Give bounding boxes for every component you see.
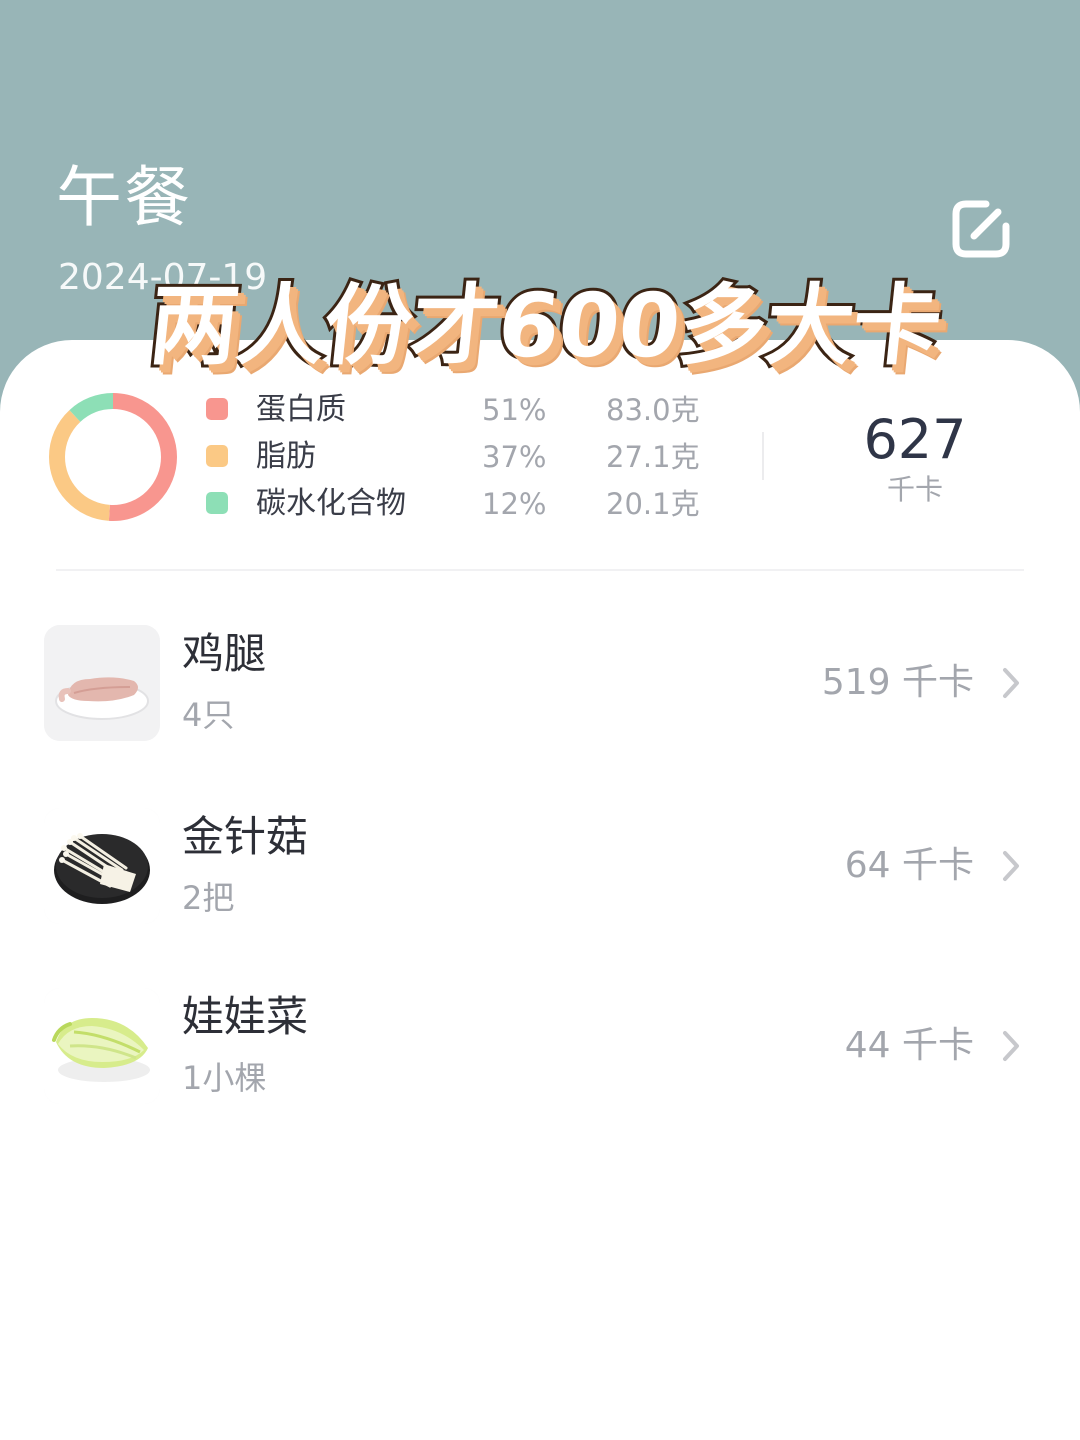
macro-amount: 20.1克 (606, 487, 700, 521)
food-calories: 44 千卡 (844, 1025, 974, 1066)
enoki-mushroom-photo (44, 808, 160, 924)
food-calories: 519 千卡 (821, 662, 974, 703)
chevron-right-icon (1003, 851, 1019, 881)
macro-row-fat: 脂肪 37% 27.1克 (206, 435, 726, 483)
food-quantity: 2把 (182, 879, 235, 917)
food-item-baby-cabbage[interactable]: 娃娃菜 1小棵 44 千卡 (0, 988, 1080, 1128)
macro-name: 碳水化合物 (256, 486, 406, 521)
food-quantity: 4只 (182, 696, 235, 734)
macro-amount: 27.1克 (606, 440, 700, 474)
macro-percent: 51% (482, 393, 547, 427)
macro-percent: 37% (482, 440, 547, 474)
chevron-right-icon (1003, 1031, 1019, 1061)
macro-row-protein: 蛋白质 51% 83.0克 (206, 388, 726, 436)
macro-percent: 12% (482, 487, 547, 521)
total-calories-unit: 千卡 (886, 473, 943, 506)
total-calories: 627 (863, 408, 967, 471)
baby-cabbage-photo (44, 988, 160, 1104)
chevron-right-icon (1003, 668, 1019, 698)
divider (762, 432, 764, 480)
food-item-enoki[interactable]: 金针菇 2把 64 千卡 (0, 808, 1080, 948)
food-calories: 64 千卡 (844, 845, 974, 886)
food-name: 娃娃菜 (182, 992, 309, 1041)
food-name: 金针菇 (182, 812, 309, 861)
carbs-color-dot (206, 492, 228, 514)
section-divider (56, 569, 1024, 571)
food-quantity: 1小棵 (182, 1059, 267, 1097)
protein-color-dot (206, 398, 228, 420)
edit-icon (952, 200, 1010, 258)
food-name: 鸡腿 (182, 629, 267, 678)
macro-amount: 83.0克 (606, 393, 700, 427)
macro-row-carbs: 碳水化合物 12% 20.1克 (206, 482, 726, 530)
caption-overlay: 两人份才600多大卡 (142, 271, 949, 380)
edit-button[interactable] (948, 196, 1014, 262)
fat-color-dot (206, 445, 228, 467)
meal-title: 午餐 (56, 159, 192, 236)
macro-name: 蛋白质 (256, 392, 346, 427)
chicken-leg-photo (44, 625, 160, 741)
food-item-chicken-leg[interactable]: 鸡腿 4只 519 千卡 (0, 625, 1080, 765)
macro-name: 脂肪 (256, 439, 316, 474)
macro-donut-chart (49, 393, 177, 521)
